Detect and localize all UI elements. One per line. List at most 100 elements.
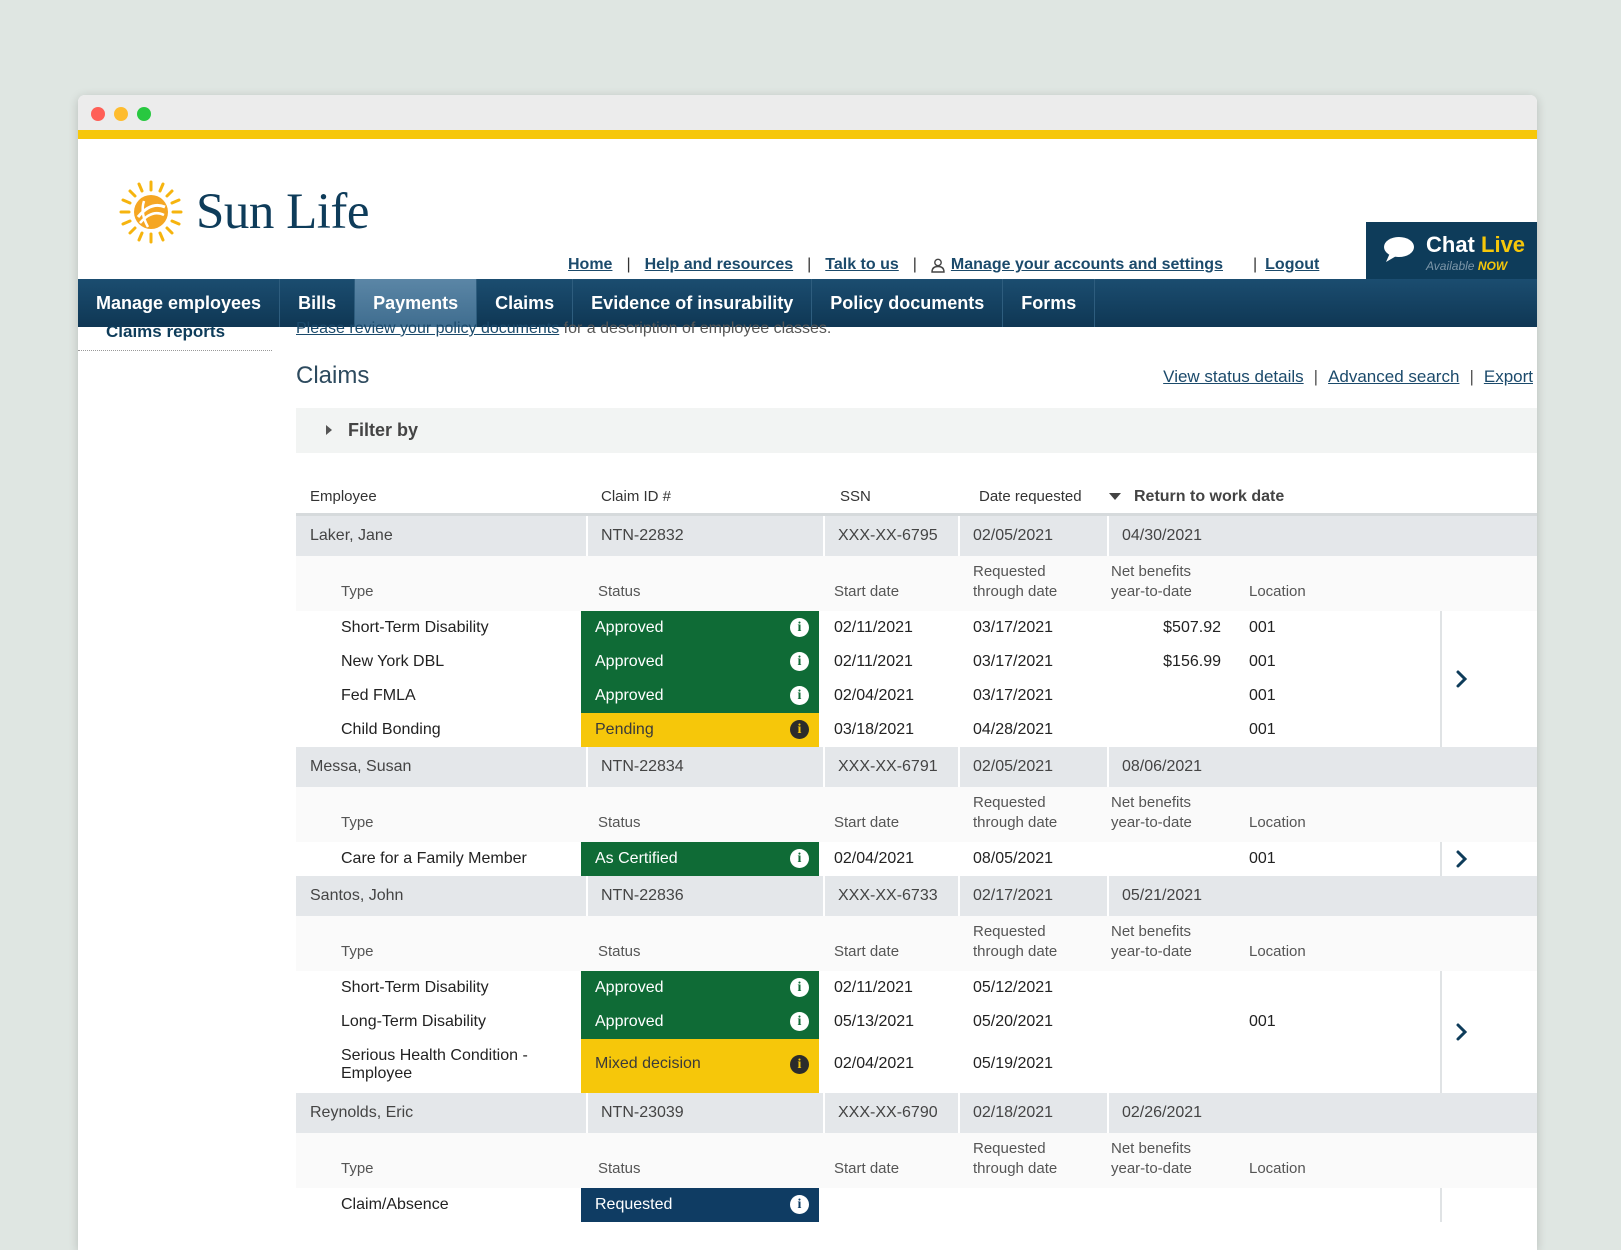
claim-line: Child Bonding Pending i 03/18/2021 04/28/202… — [296, 713, 1537, 747]
utility-nav: Home | Help and resources | Talk to us |… — [568, 256, 1319, 274]
cell-divider — [1107, 747, 1109, 787]
table-header: Employee Claim ID # SSN Date requested R… — [296, 478, 1537, 516]
return-date: 02/26/2021 — [1122, 1104, 1203, 1121]
start-date: 02/04/2021 — [834, 850, 915, 867]
info-icon[interactable]: i — [790, 686, 809, 705]
sub-column-through-b: through date — [973, 583, 1058, 600]
sub-column-status: Status — [598, 1160, 641, 1177]
info-icon[interactable]: i — [790, 720, 809, 739]
nav-item[interactable]: Manage employees — [78, 279, 281, 327]
sort-descending-icon[interactable] — [1109, 493, 1121, 500]
chevron-right-icon[interactable] — [1454, 668, 1470, 690]
row-divider — [1440, 971, 1442, 1093]
maximize-window-icon[interactable] — [137, 107, 151, 121]
separator: | — [626, 256, 631, 273]
employee-row[interactable]: Reynolds, Eric NTN-23039 XXX-XX-6790 02/18/… — [296, 1093, 1537, 1133]
info-icon[interactable]: i — [790, 849, 809, 868]
info-icon[interactable]: i — [790, 1012, 809, 1031]
through-date: 08/05/2021 — [973, 850, 1054, 867]
claim-type: Claim/Absence — [341, 1196, 449, 1213]
chat-title: Chat Live — [1426, 232, 1525, 258]
info-icon[interactable]: i — [790, 652, 809, 671]
info-icon[interactable]: i — [790, 978, 809, 997]
help-link[interactable]: Help and resources — [645, 256, 794, 274]
employee-row[interactable]: Messa, Susan NTN-22834 XXX-XX-6791 02/05/20… — [296, 747, 1537, 787]
claim-lines: Claim/Absence Requested i — [296, 1188, 1537, 1222]
close-window-icon[interactable] — [91, 107, 105, 121]
sub-column-net-b: year-to-date — [1111, 1160, 1192, 1177]
through-date: 05/19/2021 — [973, 1055, 1054, 1072]
column-return-date[interactable]: Return to work date — [1134, 488, 1284, 506]
sub-column-through-b: through date — [973, 943, 1058, 960]
chevron-right-icon[interactable] — [1454, 848, 1470, 870]
brand-name: Sun Life — [196, 184, 370, 240]
info-icon[interactable]: i — [790, 1195, 809, 1214]
info-icon[interactable]: i — [790, 1055, 809, 1074]
net-benefits: $507.92 — [1163, 619, 1221, 636]
info-icon[interactable]: i — [790, 618, 809, 637]
status-label: Approved — [595, 687, 664, 704]
advanced-search-link[interactable]: Advanced search — [1328, 367, 1459, 387]
employee-row[interactable]: Santos, John NTN-22836 XXX-XX-6733 02/17/20… — [296, 876, 1537, 916]
chat-subtitle: Available NOW — [1426, 259, 1507, 273]
through-date: 04/28/2021 — [973, 721, 1054, 738]
sub-column-status: Status — [598, 814, 641, 831]
chat-bubble-icon — [1384, 237, 1414, 262]
status-badge: As Certified i — [581, 842, 819, 876]
browser-window: Sun Life Home | Help and resources | Tal… — [78, 95, 1537, 1250]
sub-column-type: Type — [341, 943, 374, 960]
sub-column-net-a: Net benefits — [1111, 923, 1192, 940]
status-badge: Requested i — [581, 1188, 819, 1222]
through-date: 05/12/2021 — [973, 979, 1054, 996]
nav-item[interactable]: Policy documents — [812, 279, 1004, 327]
column-employee[interactable]: Employee — [310, 488, 377, 505]
manage-accounts-link[interactable]: Manage your accounts and settings — [951, 256, 1223, 274]
start-date: 03/18/2021 — [834, 721, 915, 738]
expand-arrow-icon[interactable] — [326, 425, 332, 435]
status-label: Approved — [595, 1013, 664, 1030]
cell-divider — [586, 876, 588, 916]
start-date: 02/04/2021 — [834, 687, 915, 704]
sub-column-net-a: Net benefits — [1111, 794, 1192, 811]
view-status-details-link[interactable]: View status details — [1163, 367, 1303, 387]
sub-column-start: Start date — [834, 1160, 900, 1177]
employee-row[interactable]: Laker, Jane NTN-22832 XXX-XX-6795 02/05/202… — [296, 516, 1537, 556]
claim-line: Short-Term Disability Approved i 02/11/2021… — [296, 611, 1537, 645]
claim-lines: Short-Term Disability Approved i 02/11/2021… — [296, 971, 1537, 1093]
filter-bar[interactable]: Filter by — [296, 408, 1537, 453]
export-link[interactable]: Export — [1484, 367, 1533, 387]
sub-table-header: Type Status Start date Requested through dat… — [296, 1133, 1537, 1188]
status-badge: Approved i — [581, 611, 819, 645]
status-label: Approved — [595, 619, 664, 636]
policy-documents-link[interactable]: Please review your policy documents — [296, 320, 559, 337]
chevron-right-icon[interactable] — [1454, 1021, 1470, 1043]
logout-link[interactable]: Logout — [1265, 256, 1319, 274]
column-ssn[interactable]: SSN — [840, 488, 871, 505]
chat-live-button[interactable]: Chat Live Available NOW — [1366, 222, 1537, 284]
start-date: 02/11/2021 — [834, 979, 913, 996]
status-badge: Mixed decision i — [581, 1039, 819, 1093]
status-badge: Approved i — [581, 1005, 819, 1039]
column-date-requested[interactable]: Date requested — [979, 488, 1082, 505]
row-divider — [1440, 1188, 1442, 1222]
through-date: 05/20/2021 — [973, 1013, 1054, 1030]
sun-life-logo[interactable]: Sun Life — [118, 179, 370, 245]
sub-column-start: Start date — [834, 814, 900, 831]
home-link[interactable]: Home — [568, 256, 612, 274]
cell-divider — [586, 1093, 588, 1133]
column-claim-id[interactable]: Claim ID # — [601, 488, 671, 505]
talk-link[interactable]: Talk to us — [825, 256, 899, 274]
claim-type: Long-Term Disability — [341, 1013, 486, 1030]
nav-item[interactable]: Forms — [1003, 279, 1096, 327]
minimize-window-icon[interactable] — [114, 107, 128, 121]
sidebar-item-claims-reports[interactable]: Claims reports — [106, 322, 225, 342]
claim-type: Serious Health Condition - Employee — [341, 1047, 528, 1082]
date-requested: 02/05/2021 — [973, 527, 1054, 544]
sub-table-header: Type Status Start date Requested through dat… — [296, 556, 1537, 611]
status-label: Pending — [595, 721, 654, 738]
status-label: Approved — [595, 979, 664, 996]
claim-type: Care for a Family Member — [341, 850, 527, 867]
sub-column-net-a: Net benefits — [1111, 563, 1192, 580]
chat-sub-a: Available — [1426, 259, 1475, 273]
start-date: 02/11/2021 — [834, 619, 913, 636]
